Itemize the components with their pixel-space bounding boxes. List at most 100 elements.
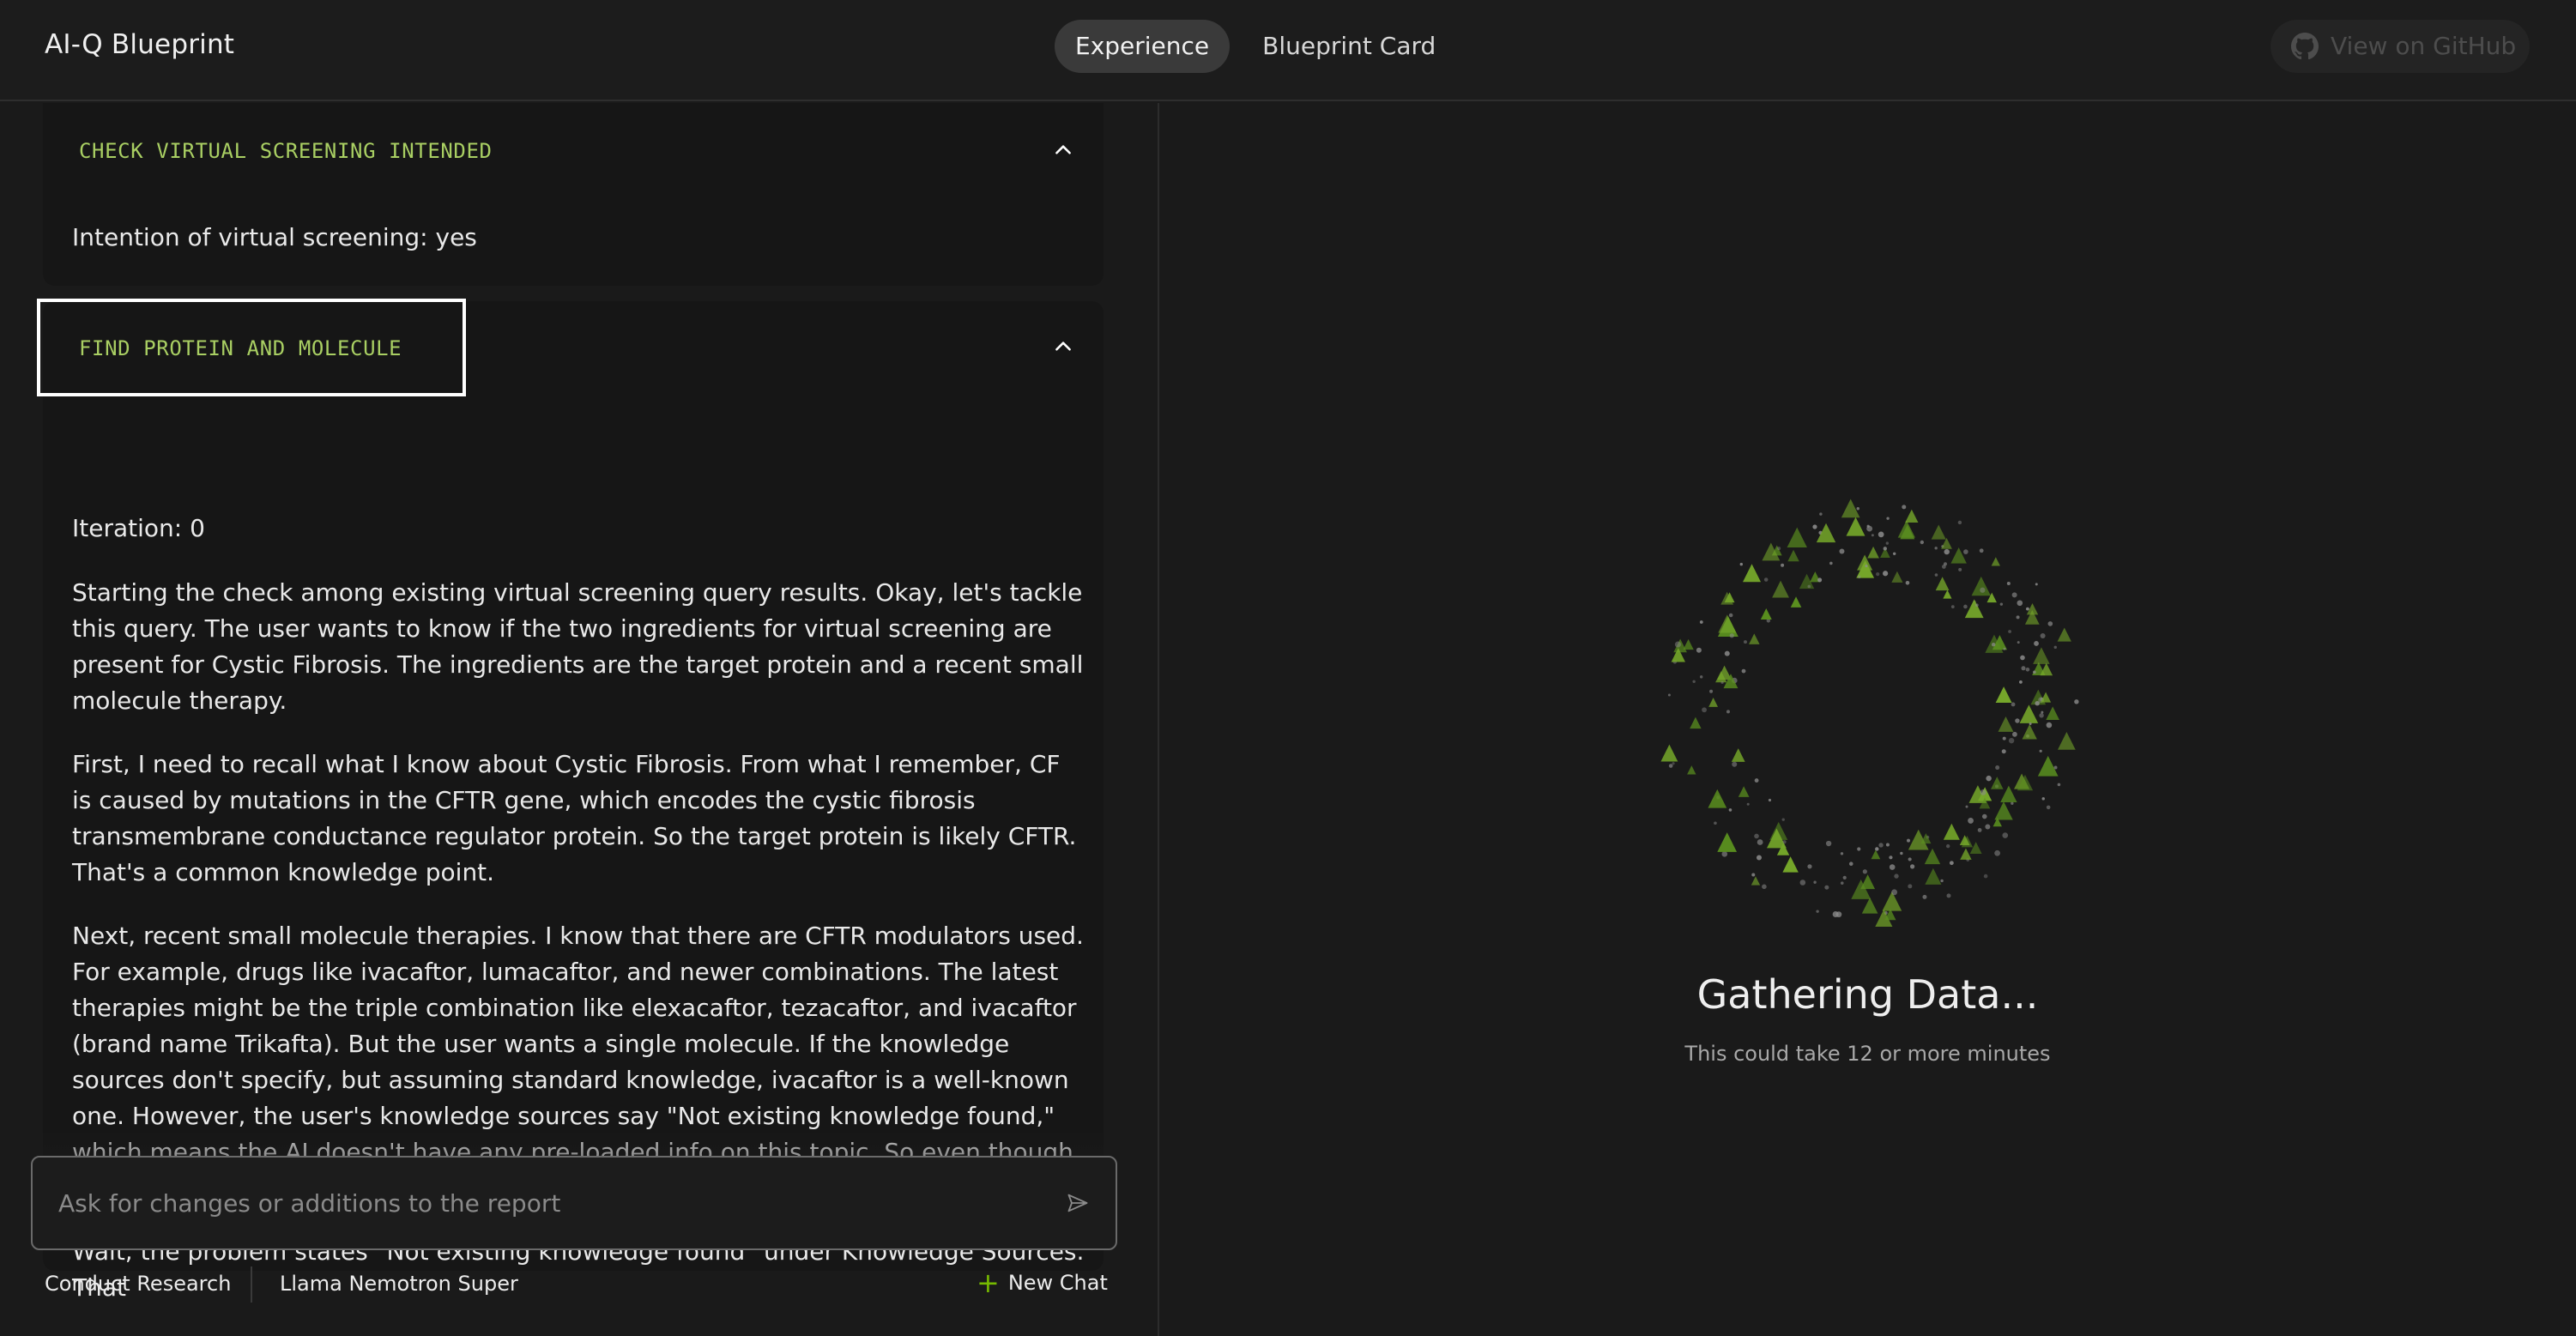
particle-dot xyxy=(1751,873,1756,877)
particle-dot xyxy=(1667,693,1671,697)
particle-dot xyxy=(1807,864,1812,869)
particle-dot xyxy=(1720,680,1724,685)
particle-triangle xyxy=(2033,647,2050,664)
particle-dot xyxy=(1878,531,1884,538)
chat-input[interactable] xyxy=(58,1158,1045,1248)
particle-dot xyxy=(1842,875,1847,880)
particle-dot xyxy=(1922,894,1927,899)
particle-triangle xyxy=(1717,832,1738,852)
particle-dot xyxy=(1886,517,1890,520)
particle-dot xyxy=(1746,802,1750,806)
new-chat-label: New Chat xyxy=(1007,1271,1108,1295)
particle-dot xyxy=(1883,571,1889,577)
particle-triangle xyxy=(1891,571,1903,583)
particle-dot xyxy=(1728,613,1733,618)
particle-dot xyxy=(1829,561,1833,565)
step-title[interactable]: FIND PROTEIN AND MOLECULE xyxy=(79,336,402,360)
particle-dot xyxy=(1799,880,1806,886)
particle-triangle xyxy=(1925,867,1942,885)
particle-dot xyxy=(1819,512,1823,516)
chevron-up-icon[interactable] xyxy=(1052,139,1074,161)
particle-triangle xyxy=(1941,537,1952,549)
particle-dot xyxy=(1782,840,1787,844)
particle-dot xyxy=(2053,645,2057,650)
particle-dot xyxy=(1816,910,1819,913)
particle-dot xyxy=(1994,849,2001,856)
particle-triangle xyxy=(1687,765,1696,775)
particle-dot xyxy=(1908,884,1913,889)
particle-dot xyxy=(1741,668,1746,674)
particle-triangle xyxy=(2058,731,2076,750)
new-chat-button[interactable]: + New Chat xyxy=(977,1266,1108,1299)
step-card-check-virtual-screening: CHECK VIRTUAL SCREENING INTENDED Intenti… xyxy=(43,103,1104,286)
particle-dot xyxy=(1979,548,1984,553)
particle-dot xyxy=(1871,534,1874,537)
particle-dot xyxy=(1949,861,1954,866)
particle-triangle xyxy=(1708,698,1719,707)
mode-selector[interactable]: Conduct Research xyxy=(45,1272,231,1296)
report-panel: Gathering Data... This could take 12 or … xyxy=(1159,103,2576,1336)
particle-dot xyxy=(1991,643,1996,647)
particle-dot xyxy=(1726,710,1730,714)
footer-separator xyxy=(251,1266,252,1303)
particle-triangle xyxy=(1924,848,1941,865)
particle-triangle xyxy=(2024,610,2040,625)
particle-dot xyxy=(1957,520,1962,525)
particle-dot xyxy=(2035,701,2040,706)
particle-dot xyxy=(1768,798,1772,802)
particle-dot xyxy=(2016,615,2020,620)
particle-dot xyxy=(1699,620,1703,624)
particle-triangle xyxy=(1882,891,1902,911)
particle-dot xyxy=(1974,603,1979,608)
particle-dot xyxy=(1817,577,1823,583)
particle-dot xyxy=(2019,680,2023,684)
particle-triangle xyxy=(1991,557,2000,566)
particle-triangle xyxy=(1760,608,1772,620)
particle-dot xyxy=(2008,630,2011,633)
particle-dot xyxy=(1876,572,1880,577)
particle-dot xyxy=(2001,749,2006,754)
particle-triangle xyxy=(1994,801,2013,820)
particle-dot xyxy=(1777,547,1781,551)
particle-dot xyxy=(1781,818,1785,821)
particle-dot xyxy=(1907,838,1911,843)
chat-input-box xyxy=(31,1156,1117,1250)
view-on-github-button[interactable]: View on GitHub xyxy=(2271,20,2530,73)
particle-dot xyxy=(1709,689,1714,693)
research-log-panel[interactable]: CHECK VIRTUAL SCREENING INTENDED Intenti… xyxy=(0,103,1158,1336)
particle-dot xyxy=(2025,667,2030,672)
particle-dot xyxy=(1905,581,1910,585)
tab-experience[interactable]: Experience xyxy=(1055,20,1231,73)
particle-triangle xyxy=(1772,580,1789,598)
tab-blueprint-card[interactable]: Blueprint Card xyxy=(1242,20,1456,73)
particle-dot xyxy=(1958,567,1962,571)
particle-dot xyxy=(1721,851,1728,857)
particle-dot xyxy=(1894,874,1899,879)
particle-dot xyxy=(1763,577,1769,582)
particle-dot xyxy=(2011,702,2016,707)
particle-dot xyxy=(1832,911,1839,918)
particle-dot xyxy=(1946,893,1951,898)
particle-dot xyxy=(1702,707,1707,713)
particle-triangle xyxy=(2019,704,2039,723)
particle-dot xyxy=(1885,541,1890,545)
chevron-up-icon[interactable] xyxy=(1052,336,1074,358)
particle-dot xyxy=(1977,828,1982,832)
particle-dot xyxy=(2008,737,2015,744)
step-title[interactable]: CHECK VIRTUAL SCREENING INTENDED xyxy=(79,139,493,163)
particle-dot xyxy=(1848,861,1853,867)
particle-dot xyxy=(1963,604,1968,609)
model-selector[interactable]: Llama Nemotron Super xyxy=(280,1272,518,1296)
particle-dot xyxy=(1944,548,1950,555)
send-icon[interactable] xyxy=(1066,1191,1090,1215)
nav-tabs: Experience Blueprint Card xyxy=(1055,20,1456,73)
particle-triangle xyxy=(1683,638,1694,650)
particle-triangle xyxy=(1960,848,1972,860)
particle-dot xyxy=(2035,583,2038,586)
particle-triangle xyxy=(1998,716,2014,732)
particle-dot xyxy=(1672,762,1675,765)
particle-dot xyxy=(1857,847,1861,851)
particle-dot xyxy=(1920,540,1925,545)
plus-icon: + xyxy=(977,1266,1000,1299)
particle-dot xyxy=(1840,881,1844,885)
